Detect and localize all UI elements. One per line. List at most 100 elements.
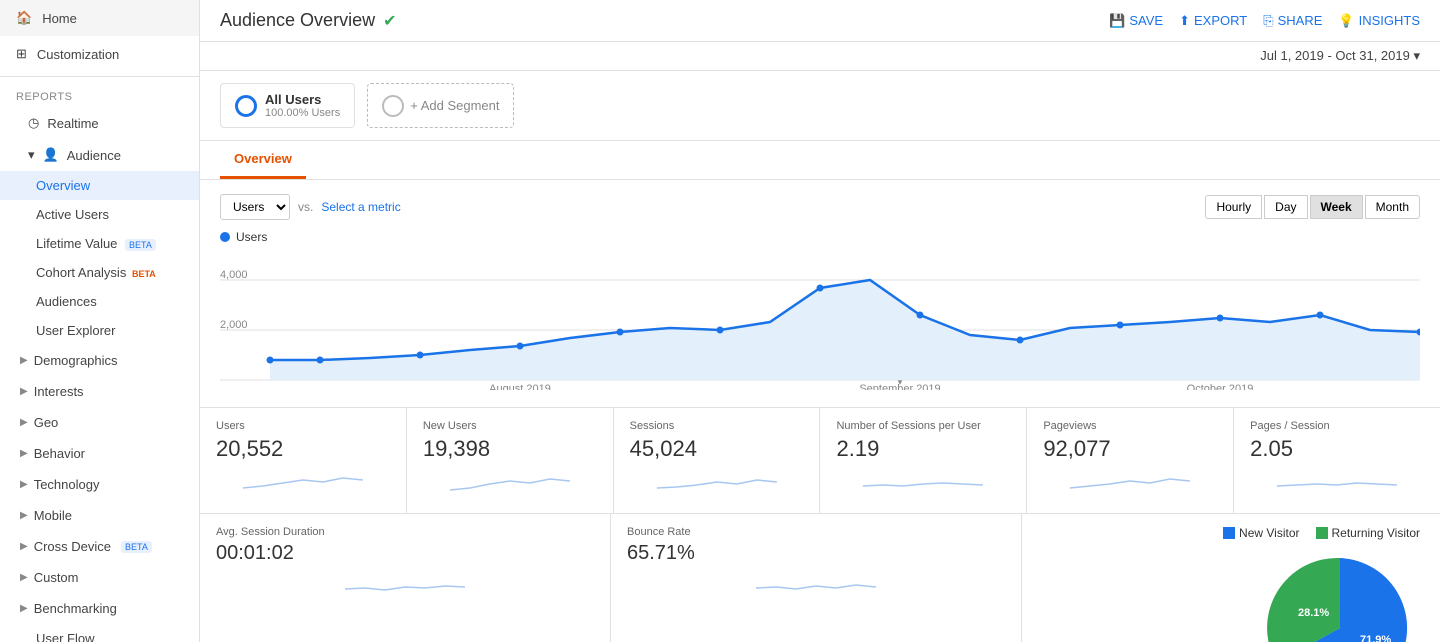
segment-info: All Users 100.00% Users [265,92,340,119]
all-users-segment[interactable]: All Users 100.00% Users [220,83,355,128]
sidebar-item-mobile[interactable]: ▶ Mobile [0,500,199,531]
sparkline-users [216,468,390,498]
pie-chart-svg: 71.9% 28.1% [1260,548,1420,642]
share-label: SHARE [1278,13,1323,28]
export-label: EXPORT [1194,13,1247,28]
sidebar-item-active-users[interactable]: Active Users [0,200,199,229]
date-range-text: Jul 1, 2019 - Oct 31, 2019 [1260,48,1410,63]
stat-value-sessions-per-user: 2.19 [836,436,1010,462]
sidebar-item-customization[interactable]: ⊞ Customization [0,36,199,72]
share-button[interactable]: ⎘ SHARE [1263,13,1322,29]
line-chart: 4,000 2,000 A [220,250,1420,390]
add-segment-circle-icon [382,95,404,117]
cross-device-badge: BETA [121,541,152,553]
sidebar-home-label: Home [42,11,77,26]
sidebar-item-technology[interactable]: ▶ Technology [0,469,199,500]
sidebar-item-overview[interactable]: Overview [0,171,199,200]
behavior-chevron-icon: ▶ [20,448,28,459]
export-button[interactable]: ⬆ EXPORT [1179,13,1247,29]
benchmarking-label: Benchmarking [34,601,117,616]
stat-label-users: Users [216,420,390,432]
stat-label-new-users: New Users [423,420,597,432]
sidebar-item-user-flow[interactable]: User Flow [0,624,199,642]
time-btn-week[interactable]: Week [1310,195,1363,219]
sidebar-item-lifetime-value[interactable]: Lifetime Value BETA [0,229,199,258]
sidebar-item-cohort-analysis[interactable]: Cohort Analysis BETA [0,258,199,287]
sidebar-item-user-explorer[interactable]: User Explorer [0,316,199,345]
svg-text:2,000: 2,000 [220,319,248,331]
sidebar-item-behavior[interactable]: ▶ Behavior [0,438,199,469]
share-icon: ⎘ [1263,13,1273,29]
stat-card-sessions-per-user: Number of Sessions per User 2.19 [820,408,1027,513]
mobile-chevron-icon: ▶ [20,510,28,521]
pie-legend-returning-label: Returning Visitor [1332,526,1421,540]
sparkline-pages-per-session [1250,468,1424,498]
stat-value-avg-session: 00:01:02 [216,542,594,565]
segment-bar: All Users 100.00% Users + Add Segment [200,71,1440,141]
stat-label-bounce-rate: Bounce Rate [627,526,1005,538]
interests-label: Interests [34,384,84,399]
main-content: Audience Overview ✔ 💾 SAVE ⬆ EXPORT ⎘ SH… [200,0,1440,642]
lifetime-value-badge: BETA [125,239,156,251]
sidebar-item-demographics[interactable]: ▶ Demographics [0,345,199,376]
add-segment-label: + Add Segment [410,98,499,113]
behavior-label: Behavior [34,446,85,461]
date-range[interactable]: Jul 1, 2019 - Oct 31, 2019 ▾ [200,42,1440,71]
stat-label-sessions: Sessions [630,420,804,432]
topbar-actions: 💾 SAVE ⬆ EXPORT ⎘ SHARE 💡 INSIGHTS [1109,13,1420,29]
select-metric-link[interactable]: Select a metric [321,200,400,214]
sidebar-item-benchmarking[interactable]: ▶ Benchmarking [0,593,199,624]
stat-label-avg-session: Avg. Session Duration [216,526,594,538]
stat-value-pages-per-session: 2.05 [1250,436,1424,462]
realtime-icon: ◷ [28,115,39,131]
demographics-label: Demographics [34,353,118,368]
sidebar-divider [0,76,199,77]
realtime-label: Realtime [47,116,98,131]
stat-value-new-users: 19,398 [423,436,597,462]
chart-legend: Users [220,230,1420,244]
cohort-badge: BETA [132,269,156,279]
svg-text:4,000: 4,000 [220,269,248,281]
time-btn-month[interactable]: Month [1365,195,1420,219]
cross-device-chevron-icon: ▶ [20,541,28,552]
svg-text:71.9%: 71.9% [1360,634,1391,642]
sidebar-item-geo[interactable]: ▶ Geo [0,407,199,438]
sparkline-bounce-rate [627,571,1005,601]
pie-section: New Visitor Returning Visitor 71.9% [1223,526,1420,642]
page-title-text: Audience Overview [220,10,375,31]
chart-section: Users vs. Select a metric Hourly Day Wee… [200,180,1440,408]
add-segment-button[interactable]: + Add Segment [367,83,514,128]
segment-sub: 100.00% Users [265,107,340,119]
stats-row: Users 20,552 New Users 19,398 Sessions 4… [200,408,1440,514]
user-flow-label: User Flow [36,631,95,642]
sparkline-new-users [423,468,597,498]
sidebar-item-audiences[interactable]: Audiences [0,287,199,316]
tab-overview[interactable]: Overview [220,141,306,179]
customization-icon: ⊞ [16,46,27,62]
stat-card-pageviews: Pageviews 92,077 [1027,408,1234,513]
sidebar-item-custom[interactable]: ▶ Custom [0,562,199,593]
sidebar-item-cross-device[interactable]: ▶ Cross Device BETA [0,531,199,562]
insights-button[interactable]: 💡 INSIGHTS [1338,13,1420,29]
cross-device-label: Cross Device [34,539,111,554]
topbar: Audience Overview ✔ 💾 SAVE ⬆ EXPORT ⎘ SH… [200,0,1440,42]
stat-value-users: 20,552 [216,436,390,462]
custom-chevron-icon: ▶ [20,572,28,583]
stats-row-2: Avg. Session Duration 00:01:02 Bounce Ra… [200,514,1440,642]
geo-chevron-icon: ▶ [20,417,28,428]
chart-controls: Users vs. Select a metric Hourly Day Wee… [220,194,1420,220]
time-btn-day[interactable]: Day [1264,195,1307,219]
sidebar-item-realtime[interactable]: ◷ Realtime [0,107,199,139]
sidebar-item-home[interactable]: 🏠 Home [0,0,199,36]
svg-text:October 2019: October 2019 [1187,383,1254,390]
metric-select[interactable]: Users [220,194,290,220]
benchmarking-chevron-icon: ▶ [20,603,28,614]
sidebar-item-interests[interactable]: ▶ Interests [0,376,199,407]
lifetime-value-label: Lifetime Value [36,236,117,251]
sidebar-item-audience[interactable]: ▾ 👤 Audience [0,139,199,171]
save-button[interactable]: 💾 SAVE [1109,13,1163,29]
svg-text:▾: ▾ [898,377,903,387]
svg-text:August 2019: August 2019 [489,383,551,390]
time-btn-hourly[interactable]: Hourly [1205,195,1262,219]
time-buttons: Hourly Day Week Month [1205,195,1420,219]
